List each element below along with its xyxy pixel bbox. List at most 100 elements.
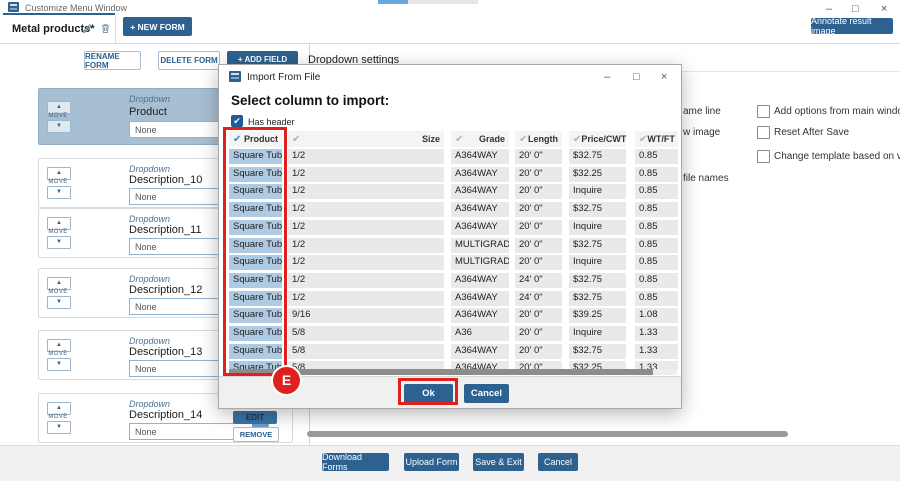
table-cell[interactable]: $32.75 — [569, 238, 626, 253]
table-cell[interactable]: Square Tubes — [229, 308, 282, 323]
table-cell[interactable]: A364WAY — [451, 167, 509, 182]
table-cell[interactable]: A364WAY — [451, 202, 509, 217]
edit-option-button[interactable]: EDIT — [233, 411, 277, 424]
table-cell[interactable]: Square Tubes — [229, 326, 282, 341]
table-cell[interactable]: 20' 0" — [515, 220, 562, 235]
table-cell[interactable]: A36 — [451, 326, 509, 341]
table-cell[interactable]: 5/8 — [288, 344, 444, 359]
table-cell[interactable]: 24' 0" — [515, 291, 562, 306]
delete-form-button[interactable]: DELETE FORM — [158, 51, 220, 70]
column-header-length[interactable]: ✔Length — [515, 131, 562, 147]
footer-button-save-exit[interactable]: Save & Exit — [473, 453, 524, 471]
table-cell[interactable]: 1.08 — [635, 308, 678, 323]
table-cell[interactable]: $32.75 — [569, 344, 626, 359]
move-down-icon[interactable]: ▼ — [47, 421, 71, 434]
move-down-icon[interactable]: ▼ — [47, 358, 71, 371]
table-cell[interactable]: Inquire — [569, 255, 626, 270]
table-cell[interactable]: 0.85 — [635, 220, 678, 235]
table-cell[interactable]: 20' 0" — [515, 238, 562, 253]
table-cell[interactable]: 1/2 — [288, 238, 444, 253]
table-cell[interactable]: 1/2 — [288, 184, 444, 199]
table-cell[interactable]: $32.75 — [569, 149, 626, 164]
ok-button[interactable]: Ok — [404, 384, 453, 403]
table-cell[interactable]: Inquire — [569, 184, 626, 199]
table-cell[interactable]: A364WAY — [451, 220, 509, 235]
table-cell[interactable]: Inquire — [569, 326, 626, 341]
tab-metal-products[interactable]: Metal products* — [3, 15, 115, 43]
settings-checkbox[interactable] — [757, 126, 770, 139]
table-cell[interactable]: 20' 0" — [515, 149, 562, 164]
column-header-wt-ft[interactable]: ✔WT/FT — [635, 131, 678, 147]
top-scrollbar-track[interactable] — [408, 0, 478, 4]
table-cell[interactable]: 20' 0" — [515, 308, 562, 323]
table-cell[interactable]: 20' 0" — [515, 255, 562, 270]
table-cell[interactable]: Square Tubes — [229, 344, 282, 359]
table-cell[interactable]: 1/2 — [288, 220, 444, 235]
table-cell[interactable]: 1/2 — [288, 202, 444, 217]
table-cell[interactable]: 20' 0" — [515, 202, 562, 217]
new-form-button[interactable]: + NEW FORM — [123, 17, 192, 36]
table-cell[interactable]: MULTIGRADE — [451, 255, 509, 270]
table-cell[interactable]: $32.25 — [569, 167, 626, 182]
column-header-price-cwt[interactable]: ✔Price/CWT — [569, 131, 626, 147]
has-header-checkbox[interactable]: ✔ — [231, 115, 243, 127]
footer-button-upload-form[interactable]: Upload Form — [404, 453, 459, 471]
table-cell[interactable]: Square Tubes — [229, 238, 282, 253]
table-cell[interactable]: A364WAY — [451, 344, 509, 359]
table-cell[interactable]: 20' 0" — [515, 344, 562, 359]
table-cell[interactable]: $32.75 — [569, 273, 626, 288]
table-cell[interactable]: 1.33 — [635, 326, 678, 341]
table-cell[interactable]: 0.85 — [635, 149, 678, 164]
table-cell[interactable]: 24' 0" — [515, 273, 562, 288]
move-down-icon[interactable]: ▼ — [47, 296, 71, 309]
table-cell[interactable]: 20' 0" — [515, 184, 562, 199]
dialog-maximize-icon[interactable]: □ — [633, 71, 640, 83]
dialog-hscrollbar-track[interactable] — [229, 369, 677, 375]
table-cell[interactable]: 1/2 — [288, 255, 444, 270]
table-cell[interactable]: 0.85 — [635, 167, 678, 182]
table-cell[interactable]: Square Tubes — [229, 149, 282, 164]
remove-option-button[interactable]: REMOVE — [233, 427, 279, 442]
main-hscrollbar-thumb[interactable] — [307, 431, 788, 437]
settings-checkbox[interactable] — [757, 105, 770, 118]
settings-checkbox[interactable] — [757, 150, 770, 163]
top-scrollbar-thumb[interactable] — [378, 0, 408, 4]
table-cell[interactable]: 1/2 — [288, 291, 444, 306]
cancel-button[interactable]: Cancel — [464, 384, 509, 403]
footer-button-cancel[interactable]: Cancel — [538, 453, 578, 471]
table-cell[interactable]: Square Tubes — [229, 184, 282, 199]
table-cell[interactable]: $32.75 — [569, 291, 626, 306]
table-cell[interactable]: $39.25 — [569, 308, 626, 323]
table-cell[interactable]: 20' 0" — [515, 326, 562, 341]
table-cell[interactable]: Square Tubes — [229, 220, 282, 235]
move-down-icon[interactable]: ▼ — [47, 186, 71, 199]
table-cell[interactable]: 0.85 — [635, 291, 678, 306]
table-cell[interactable]: 1/2 — [288, 273, 444, 288]
table-cell[interactable]: Inquire — [569, 220, 626, 235]
table-cell[interactable]: 1/2 — [288, 149, 444, 164]
move-down-icon[interactable]: ▼ — [47, 120, 71, 133]
table-cell[interactable]: $32.75 — [569, 202, 626, 217]
trash-icon[interactable] — [100, 23, 111, 34]
table-cell[interactable]: A364WAY — [451, 273, 509, 288]
table-cell[interactable]: A364WAY — [451, 291, 509, 306]
column-header-product[interactable]: ✔Product — [229, 131, 282, 147]
column-header-grade[interactable]: ✔Grade — [451, 131, 509, 147]
table-cell[interactable]: 0.85 — [635, 184, 678, 199]
dialog-close-icon[interactable]: × — [661, 71, 667, 83]
dialog-hscrollbar-thumb[interactable] — [229, 369, 653, 375]
move-down-icon[interactable]: ▼ — [47, 236, 71, 249]
table-cell[interactable]: 1/2 — [288, 167, 444, 182]
table-cell[interactable]: 20' 0" — [515, 167, 562, 182]
table-cell[interactable]: 0.85 — [635, 255, 678, 270]
table-cell[interactable]: MULTIGRADE — [451, 238, 509, 253]
table-cell[interactable]: 5/8 — [288, 326, 444, 341]
table-cell[interactable]: Square Tubes — [229, 291, 282, 306]
edit-pencil-icon[interactable] — [82, 23, 93, 34]
table-cell[interactable]: Square Tubes — [229, 255, 282, 270]
rename-form-button[interactable]: RENAME FORM — [84, 51, 141, 70]
table-cell[interactable]: 0.85 — [635, 273, 678, 288]
table-cell[interactable]: A364WAY — [451, 184, 509, 199]
column-header-size[interactable]: ✔Size — [288, 131, 444, 147]
table-cell[interactable]: 9/16 — [288, 308, 444, 323]
